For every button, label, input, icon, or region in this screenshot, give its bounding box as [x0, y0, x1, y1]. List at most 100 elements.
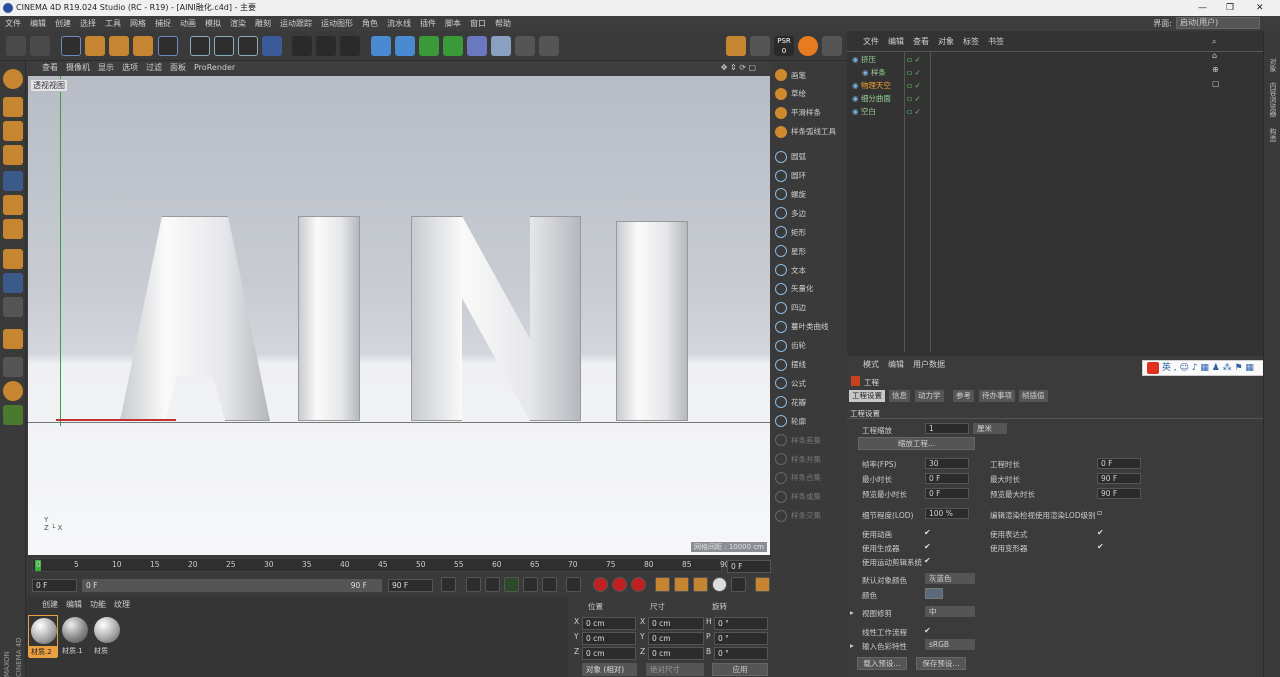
end-frame-field[interactable]: 90 F	[388, 579, 433, 592]
workplane-mode-icon[interactable]	[3, 145, 23, 165]
expand-arrow-icon[interactable]: ▸	[850, 608, 854, 617]
viewport-menu-prorender[interactable]: ProRender	[194, 61, 235, 75]
input-color-profile-dropdown[interactable]: sRGB	[925, 639, 975, 650]
start-frame-field[interactable]: 0 F	[32, 579, 77, 592]
object-palette-item[interactable]: 蔓叶类曲线	[775, 318, 843, 336]
s-plugin-icon[interactable]	[798, 36, 818, 56]
viewport-menu-camera[interactable]: 摄像机	[66, 61, 90, 75]
rotation-field[interactable]: 0 °	[714, 632, 768, 645]
menu-script[interactable]: 脚本	[445, 16, 461, 31]
cube-object-icon[interactable]	[371, 36, 391, 56]
use-generators-checkbox[interactable]: ✔	[924, 542, 931, 551]
menu-simulate[interactable]: 模拟	[205, 16, 221, 31]
object-palette-item[interactable]: 齿轮	[775, 337, 843, 355]
coordinate-system-icon[interactable]	[262, 36, 282, 56]
material-swatch[interactable]: 材质.1	[60, 615, 90, 657]
minimize-icon[interactable]: —	[1198, 0, 1207, 16]
render-to-picture-viewer-icon[interactable]	[316, 36, 336, 56]
scale-project-button[interactable]: 缩放工程...	[858, 437, 975, 450]
attr-tab[interactable]: 工程设置	[849, 390, 885, 402]
make-editable-icon[interactable]	[3, 69, 23, 89]
menu-snap[interactable]: 捕捉	[155, 16, 171, 31]
object-row[interactable]: ◉ 挤压	[852, 53, 876, 66]
am-menu-mode[interactable]: 模式	[863, 358, 879, 372]
menu-select[interactable]: 选择	[80, 16, 96, 31]
move-tool-icon[interactable]	[85, 36, 105, 56]
om-menu-edit[interactable]: 编辑	[888, 35, 904, 49]
attr-tab[interactable]: 待办事项	[979, 390, 1015, 402]
visibility-toggle-icon[interactable]: ▫ ✓	[907, 79, 921, 92]
viewport-menu-options[interactable]: 选项	[122, 61, 138, 75]
pen-spline-icon[interactable]	[395, 36, 415, 56]
scale-key-icon[interactable]	[674, 577, 689, 592]
snap-icon[interactable]	[750, 36, 770, 56]
subdivision-icon[interactable]	[419, 36, 439, 56]
expand-arrow-icon[interactable]: ▸	[850, 641, 854, 650]
select-tool-icon[interactable]	[61, 36, 81, 56]
menu-help[interactable]: 帮助	[495, 16, 511, 31]
object-palette-item[interactable]: 平滑样条	[775, 104, 843, 122]
use-deformers-checkbox[interactable]: ✔	[1097, 542, 1104, 551]
material-menu-texture[interactable]: 纹理	[114, 598, 130, 612]
object-palette-item[interactable]: 画笔	[775, 66, 843, 84]
psr-icon[interactable]: PSR 0	[774, 36, 794, 56]
undo-icon[interactable]	[6, 36, 26, 56]
visibility-toggle-icon[interactable]: ▫ ✓	[907, 92, 921, 105]
om-menu-objects[interactable]: 对象	[938, 35, 954, 49]
om-toolbar-icons[interactable]: ⌕ ⌂ ⊕ ▢	[1212, 35, 1220, 91]
object-palette-item[interactable]: 样条合集	[775, 469, 843, 487]
menu-tools[interactable]: 工具	[105, 16, 121, 31]
menu-window[interactable]: 窗口	[470, 16, 486, 31]
size-field[interactable]: 0 cm	[648, 617, 704, 630]
toggle-icon[interactable]	[3, 405, 23, 425]
tab-content-browser[interactable]: 内容浏览器	[1265, 82, 1278, 117]
am-menu-user-data[interactable]: 用户数据	[913, 358, 945, 372]
load-preset-button[interactable]: 载入预设...	[857, 657, 907, 670]
rotate-tool-icon[interactable]	[133, 36, 153, 56]
object-palette-item[interactable]: 矢量化	[775, 280, 843, 298]
redo-icon[interactable]	[30, 36, 50, 56]
render-view-icon[interactable]	[292, 36, 312, 56]
prev-key-icon[interactable]	[466, 577, 481, 592]
material-swatch[interactable]: 材质.2	[28, 615, 58, 658]
point-level-key-icon[interactable]	[731, 577, 746, 592]
om-menu-bookmarks[interactable]: 书签	[988, 35, 1004, 49]
size-field[interactable]: 0 cm	[648, 632, 704, 645]
current-frame-field[interactable]: 0 F	[727, 560, 771, 573]
rotation-key-icon[interactable]	[693, 577, 708, 592]
menu-motion-tracking[interactable]: 运动跟踪	[280, 16, 312, 31]
visibility-toggle-icon[interactable]: ▫ ✓	[907, 66, 921, 79]
am-menu-edit[interactable]: 编辑	[888, 358, 904, 372]
visibility-toggle-icon[interactable]: ▫ ✓	[907, 53, 921, 66]
object-palette-item[interactable]: 样条弧线工具	[775, 123, 843, 141]
material-menu-edit[interactable]: 编辑	[66, 598, 82, 612]
menu-file[interactable]: 文件	[5, 16, 21, 31]
camera-icon[interactable]	[515, 36, 535, 56]
parameter-key-icon[interactable]	[712, 577, 727, 592]
x-axis-lock-icon[interactable]	[190, 36, 210, 56]
lod-field[interactable]: 100 %	[925, 508, 969, 519]
object-palette-item[interactable]: 花瓣	[775, 393, 843, 411]
record-key-icon[interactable]	[593, 577, 608, 592]
workplane-axis-icon[interactable]	[822, 36, 842, 56]
viewport-nav-icons[interactable]: ✥ ⇕ ⟳ ▢	[721, 61, 756, 75]
next-frame-icon[interactable]	[523, 577, 538, 592]
object-palette-item[interactable]: 文本	[775, 261, 843, 279]
viewport-menu-panel[interactable]: 面板	[170, 61, 186, 75]
recent-tool-icon[interactable]	[158, 36, 178, 56]
material-swatch[interactable]: 材质	[92, 615, 122, 657]
render-lod-checkbox[interactable]: ▫	[1097, 508, 1102, 517]
preview-max-field[interactable]: 90 F	[1097, 488, 1141, 499]
z-axis-lock-icon[interactable]	[238, 36, 258, 56]
points-mode-icon[interactable]	[3, 171, 23, 191]
object-palette-item[interactable]: 样条差集	[775, 431, 843, 449]
project-duration-field[interactable]: 0 F	[1097, 458, 1141, 469]
object-palette-item[interactable]: 样条并集	[775, 450, 843, 468]
light-icon[interactable]	[539, 36, 559, 56]
goto-start-icon[interactable]	[441, 577, 456, 592]
linear-workflow-checkbox[interactable]: ✔	[924, 626, 931, 635]
menu-sculpt[interactable]: 雕刻	[255, 16, 271, 31]
project-unit-dropdown[interactable]: 厘米	[973, 423, 1007, 434]
restore-icon[interactable]: ❐	[1226, 0, 1234, 16]
object-palette-item[interactable]: 样条或集	[775, 488, 843, 506]
